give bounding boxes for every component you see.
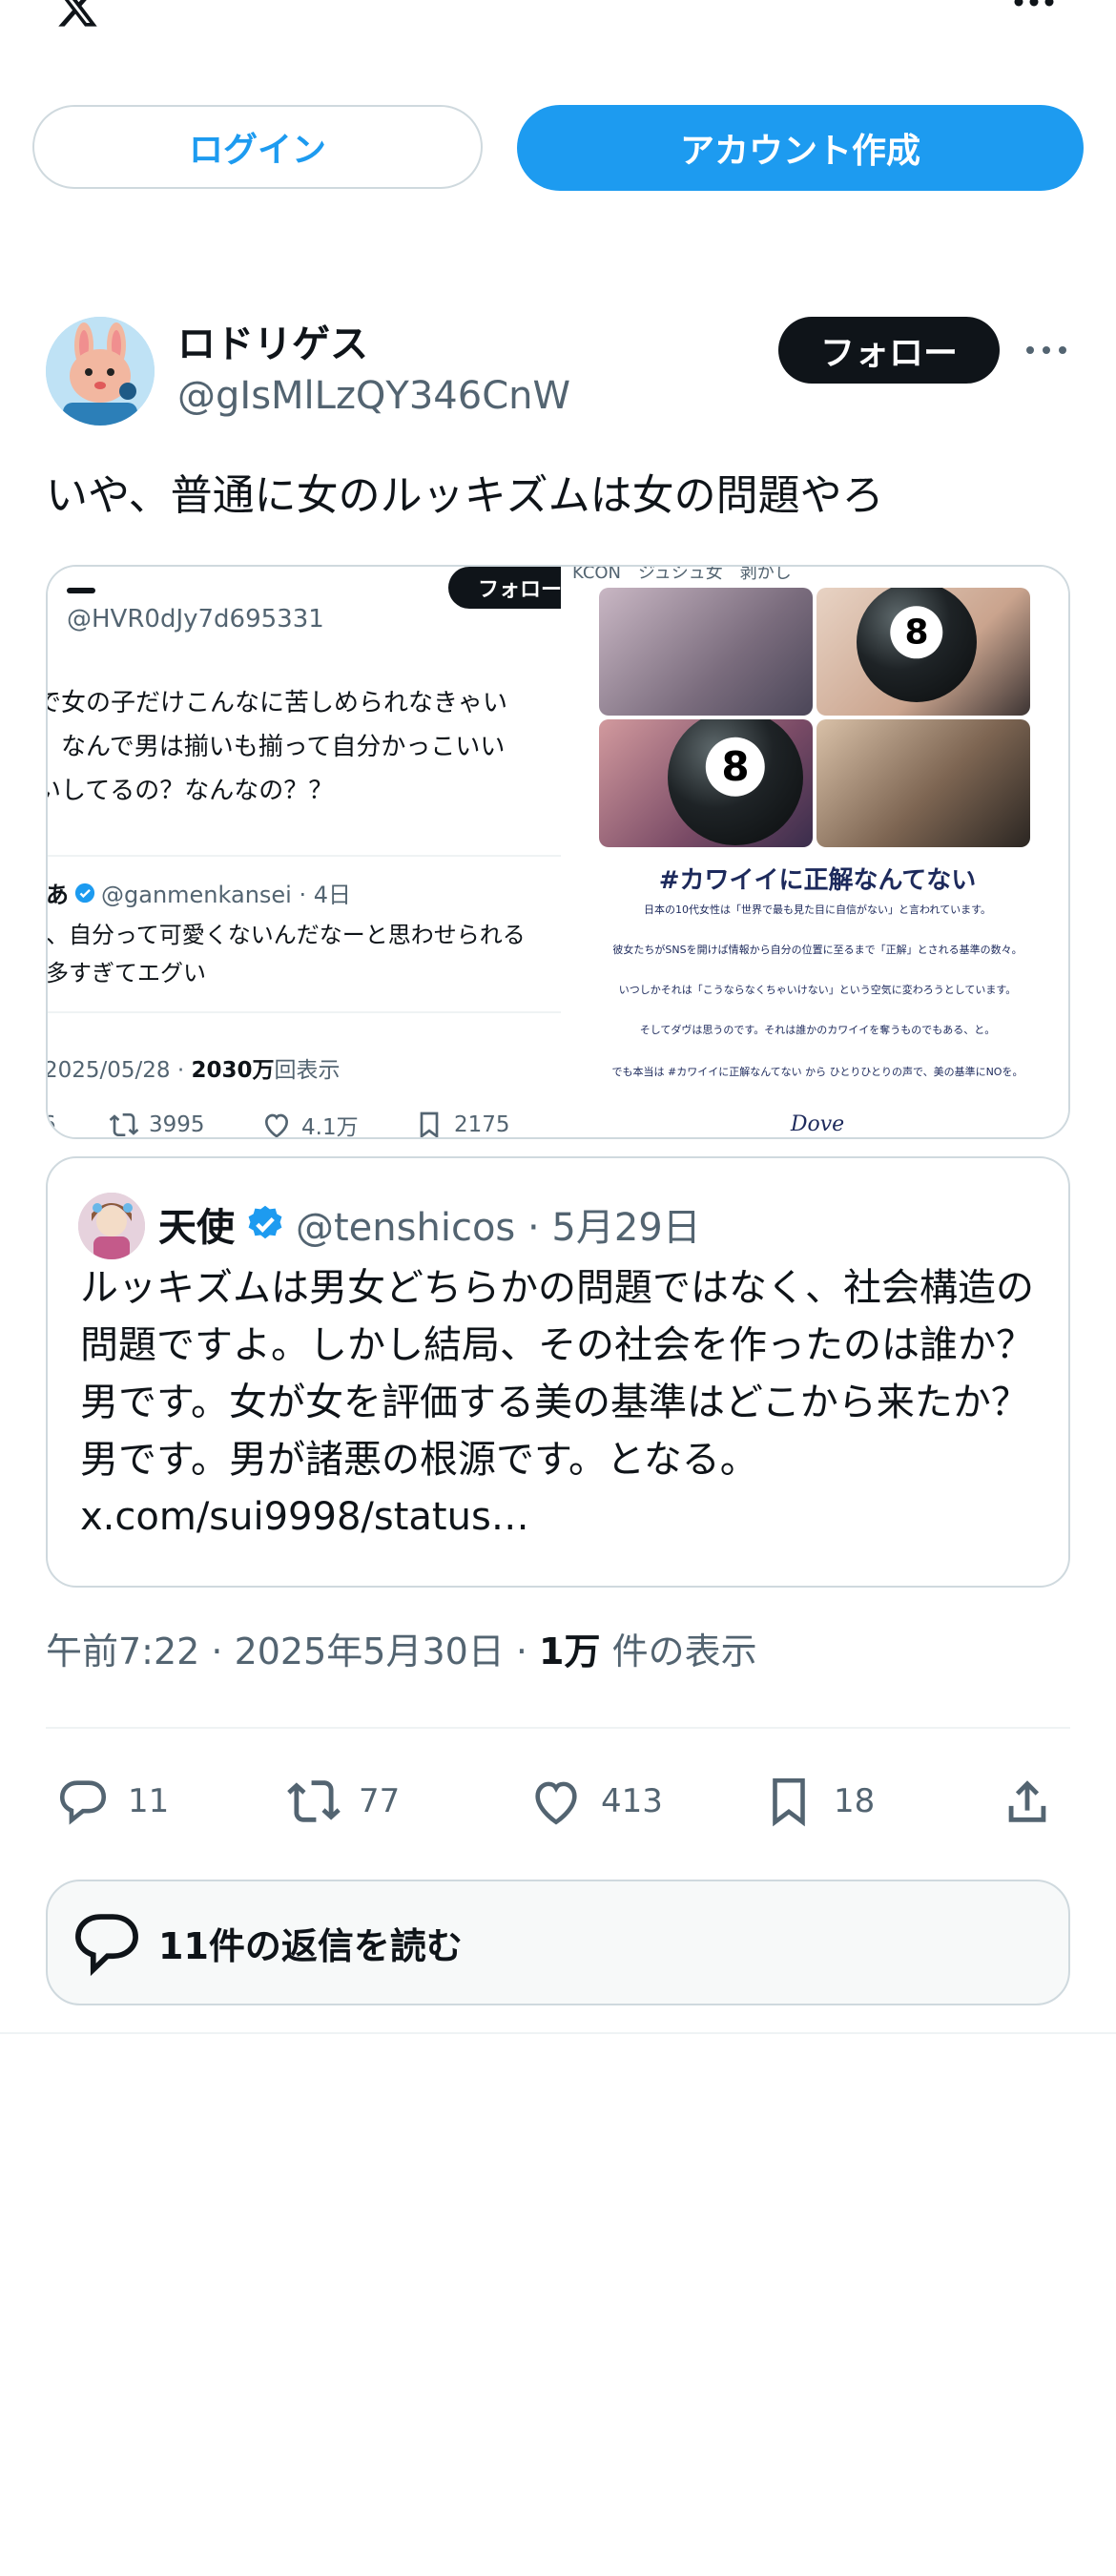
embedded-quote-user: あ @ganmenkansei · 4日 bbox=[48, 876, 351, 909]
share-button[interactable] bbox=[1000, 1763, 1055, 1839]
tweet-text: いや、普通に女のルッキズムは女の問題やろ bbox=[46, 471, 884, 520]
embedded-date-text: 2025/05/28 · bbox=[48, 1058, 192, 1083]
embedded-reply-count: 6 bbox=[48, 1112, 56, 1137]
embedded-retweet-count: 3995 bbox=[149, 1112, 205, 1137]
like-count: 413 bbox=[601, 1782, 663, 1820]
embedded-like-stat: 4.1万 bbox=[261, 1109, 414, 1137]
eight-ball-icon: 8 bbox=[857, 588, 977, 702]
embedded-date: 2025/05/28 · 2030万回表示 bbox=[48, 1051, 341, 1084]
login-button[interactable]: ログイン bbox=[32, 105, 483, 189]
read-replies-button[interactable]: 11件の返信を読む bbox=[46, 1880, 1070, 2005]
embedded-quote-handle: @ganmenkansei · 4日 bbox=[101, 882, 351, 908]
divider bbox=[0, 2032, 1116, 2034]
ad-paragraph: そしてダヴは思うのです。それは誰かのカワイイを奪うものでもある、と。 bbox=[639, 1024, 996, 1036]
read-replies-label: 11件の返信を読む bbox=[158, 1924, 463, 1967]
embedded-follow-button: フォロー bbox=[448, 567, 561, 609]
media-image-ad[interactable]: KCON ジュシュ女 剥かし 8 8 #カワイイに正解なんてない 日本の10代女… bbox=[563, 567, 1068, 1137]
embedded-handle: @HVR0dJy7d695331 bbox=[67, 605, 324, 634]
embedded-header-text: KCON ジュシュ女 剥かし bbox=[572, 567, 792, 583]
more-options-icon[interactable] bbox=[1024, 341, 1068, 360]
embedded-quote-name: あ bbox=[48, 882, 69, 908]
embedded-quote-line: 多すぎてエグい bbox=[48, 960, 206, 987]
embedded-like-count: 4.1万 bbox=[301, 1115, 359, 1137]
embedded-quote-line: 、自分って可愛くないんだなーと思わせられる bbox=[48, 922, 526, 948]
ad-paragraph: 日本の10代女性は「世界で最も見た目に自信がない」と言われています。 bbox=[643, 904, 991, 916]
photo-portrait: 8 bbox=[816, 588, 1030, 716]
avatar-fragment bbox=[67, 588, 95, 593]
tweet-actions: 11 77 413 18 bbox=[46, 1763, 1070, 1839]
divider bbox=[48, 1011, 561, 1013]
bookmark-icon bbox=[420, 1111, 439, 1137]
embedded-bookmark-stat: 2175 bbox=[414, 1109, 561, 1137]
more-horizontal-icon[interactable] bbox=[1011, 0, 1057, 15]
embedded-quote-body: 、自分って可愛くないんだなーと思わせられる 多すぎてエグい bbox=[48, 916, 561, 992]
reply-count: 11 bbox=[128, 1782, 170, 1820]
verified-badge-icon bbox=[74, 883, 95, 903]
eight-ball-label: 8 bbox=[890, 606, 943, 659]
chat-bubble-icon bbox=[75, 1914, 138, 1977]
author-avatar[interactable] bbox=[46, 317, 155, 426]
ad-paragraph: でも本当は #カワイイに正解なんてない から ひとりひとりの声で、美の基準にNO… bbox=[611, 1066, 1023, 1078]
eight-ball-icon: 8 bbox=[668, 719, 803, 845]
quoted-name: 天使 bbox=[158, 1206, 235, 1250]
retweet-button[interactable]: 77 bbox=[286, 1763, 400, 1839]
embedded-body: で女の子だけこんなに苦しめられなきゃい ？なんで男は揃いも揃って自分かっこいい … bbox=[48, 681, 561, 813]
bookmark-count: 18 bbox=[834, 1782, 876, 1820]
reply-icon bbox=[59, 1780, 107, 1825]
embedded-body-line: いしてるの？なんなの？？ bbox=[48, 777, 334, 805]
eight-ball-label: 8 bbox=[705, 737, 766, 797]
embedded-stats: 6 3995 4.1万 2175 bbox=[48, 1109, 561, 1137]
author-handle[interactable]: @gIsMlLzQY346CnW bbox=[177, 374, 570, 418]
retweet-icon bbox=[109, 1113, 139, 1136]
heart-icon bbox=[535, 1781, 577, 1825]
x-logo-icon[interactable] bbox=[46, 0, 109, 31]
quoted-body: ルッキズムは男女どちらかの問題ではなく、社会構造の問題ですよ。しかし結局、その社… bbox=[80, 1266, 1034, 1539]
tweet-media[interactable]: フォロー @HVR0dJy7d695331 で女の子だけこんなに苦しめられなきゃ… bbox=[46, 565, 1070, 1139]
dove-logo: Dove bbox=[790, 1112, 845, 1136]
ad-paragraph: 彼女たちがSNSを開けば情報から自分の位置に至るまで「正解」とされる基準の数々。 bbox=[612, 944, 1023, 956]
tweet-timestamp[interactable]: 午前7:22 · 2025年5月30日 · 1万 件の表示 bbox=[46, 1622, 757, 1674]
embedded-views-count: 2030万 bbox=[191, 1058, 275, 1083]
embedded-bookmark-count: 2175 bbox=[454, 1112, 510, 1137]
bookmark-icon bbox=[773, 1777, 805, 1827]
embedded-body-line: で女の子だけこんなに苦しめられなきゃい bbox=[48, 689, 508, 717]
media-image-screenshot[interactable]: フォロー @HVR0dJy7d695331 で女の子だけこんなに苦しめられなきゃ… bbox=[48, 567, 561, 1137]
photo-crowd bbox=[599, 588, 813, 716]
follow-button[interactable]: フォロー bbox=[778, 317, 1000, 384]
timestamp-text: 午前7:22 · 2025年5月30日 · bbox=[46, 1631, 540, 1672]
reply-button[interactable]: 11 bbox=[55, 1763, 169, 1839]
quoted-tweet[interactable]: 天使 @tenshicos · 5月29日 ルッキズムは男女どちらかの問題ではな… bbox=[46, 1156, 1070, 1588]
quoted-handle: @tenshicos · 5月29日 bbox=[296, 1206, 701, 1250]
share-icon bbox=[1008, 1780, 1046, 1822]
retweet-icon bbox=[287, 1780, 341, 1822]
embedded-views-suffix: 回表示 bbox=[274, 1058, 341, 1083]
verified-badge-icon bbox=[248, 1205, 282, 1239]
author-name[interactable]: ロドリゲス bbox=[177, 313, 368, 368]
quoted-avatar bbox=[78, 1193, 145, 1259]
photo-person bbox=[816, 719, 1030, 847]
embedded-body-line: ？なんで男は揃いも揃って自分かっこいい bbox=[48, 733, 506, 761]
ad-paragraph: いつしかそれは「こうならなくちゃいけない」という空気に変わろうとしています。 bbox=[618, 984, 1017, 996]
views-suffix: 件の表示 bbox=[600, 1631, 757, 1672]
ad-title: #カワイイに正解なんてない bbox=[658, 866, 977, 895]
create-account-button[interactable]: アカウント作成 bbox=[517, 105, 1084, 191]
photo-hands: 8 bbox=[599, 719, 813, 847]
views-count: 1万 bbox=[539, 1631, 601, 1672]
embedded-retweet-stat: 3995 bbox=[109, 1109, 261, 1137]
photo-grid: 8 8 bbox=[599, 588, 1030, 847]
heart-icon bbox=[264, 1113, 289, 1137]
like-button[interactable]: 413 bbox=[528, 1763, 663, 1839]
embedded-reply-stat: 6 bbox=[48, 1109, 109, 1137]
divider bbox=[48, 855, 561, 857]
divider bbox=[46, 1727, 1070, 1729]
retweet-count: 77 bbox=[359, 1782, 401, 1820]
bookmark-button[interactable]: 18 bbox=[761, 1763, 875, 1839]
quoted-header: 天使 @tenshicos · 5月29日 bbox=[158, 1196, 701, 1252]
